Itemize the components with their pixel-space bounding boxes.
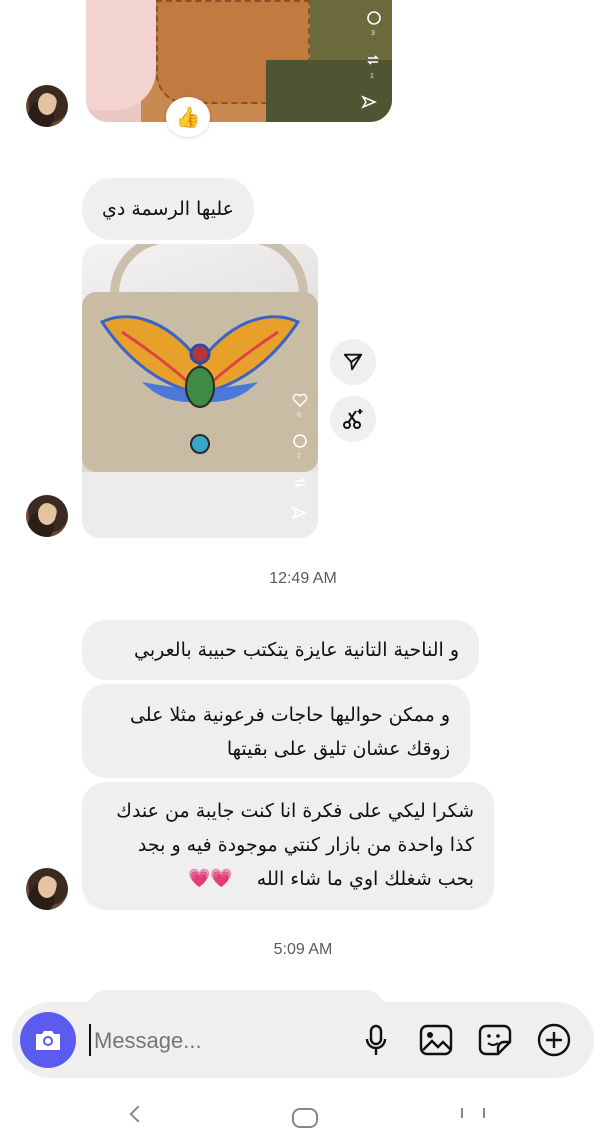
add-icon[interactable] xyxy=(536,1022,572,1058)
thumbs-up-emoji: 👍 xyxy=(175,105,201,129)
like-count: 6 xyxy=(297,412,301,419)
system-nav-bar xyxy=(0,1100,606,1128)
bag-body xyxy=(82,292,318,472)
scissors-sparkle-icon xyxy=(343,409,363,429)
scarab-artwork xyxy=(99,315,301,454)
message-bubble[interactable]: شكرا ليكي على فكرة انا كنت جايبة من عندك… xyxy=(82,782,494,910)
share-icon[interactable] xyxy=(361,94,377,110)
shared-reel-top[interactable] xyxy=(86,0,392,122)
comment-icon[interactable] xyxy=(366,10,382,26)
forward-button[interactable] xyxy=(330,339,376,385)
avatar[interactable] xyxy=(26,868,68,910)
recents-nav-icon[interactable] xyxy=(461,1108,485,1118)
remix-button[interactable] xyxy=(330,396,376,442)
message-bubble[interactable]: و ممكن حواليها حاجات فرعونية مثلا على زو… xyxy=(82,684,470,778)
text-cursor xyxy=(89,1024,91,1056)
reaction-badge[interactable]: 👍 xyxy=(166,97,210,137)
repost-icon[interactable] xyxy=(365,52,381,68)
message-composer xyxy=(12,1002,594,1078)
green-piece xyxy=(266,60,392,122)
microphone-icon[interactable] xyxy=(364,1024,388,1058)
avatar[interactable] xyxy=(26,85,68,127)
camera-button[interactable] xyxy=(20,1012,76,1068)
timestamp: 5:09 AM xyxy=(273,941,333,958)
timestamp: 12:49 AM xyxy=(269,570,337,587)
fur-background xyxy=(82,472,318,538)
back-nav-icon[interactable] xyxy=(129,1105,147,1123)
message-input[interactable] xyxy=(92,1020,346,1062)
hand-image xyxy=(86,0,156,110)
shared-reel-bag[interactable] xyxy=(82,244,318,538)
camera-icon xyxy=(36,1031,60,1050)
gallery-icon[interactable] xyxy=(419,1024,453,1056)
sticker-icon[interactable] xyxy=(478,1024,512,1056)
message-bubble[interactable]: و الناحية التانية عايزة يتكتب حبيبة بالع… xyxy=(82,620,479,680)
comment-icon[interactable] xyxy=(292,433,308,449)
share-icon[interactable] xyxy=(291,505,307,521)
repost-icon[interactable] xyxy=(292,475,308,491)
comment-count: 2 xyxy=(297,453,301,460)
send-icon xyxy=(343,353,363,371)
comment-count: 3 xyxy=(371,30,375,37)
hearts-emoji: 💗💗 xyxy=(188,868,233,889)
heart-icon[interactable] xyxy=(292,392,308,408)
repost-count: 1 xyxy=(370,73,374,80)
home-nav-icon[interactable] xyxy=(292,1108,318,1128)
avatar[interactable] xyxy=(26,495,68,537)
message-bubble[interactable]: عليها الرسمة دي xyxy=(82,178,254,240)
